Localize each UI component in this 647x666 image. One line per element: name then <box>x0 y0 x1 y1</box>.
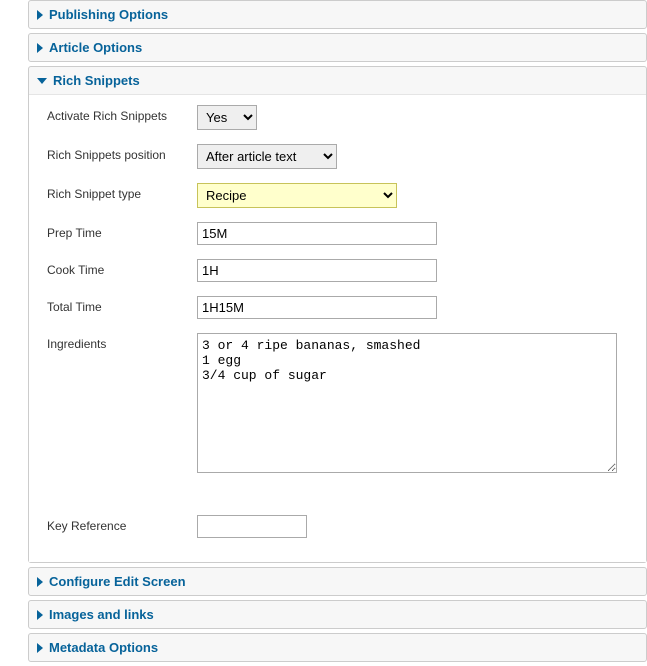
input-key-reference[interactable] <box>197 515 307 538</box>
panel-configure-edit-screen[interactable]: Configure Edit Screen <box>28 567 647 596</box>
row-prep-time: Prep Time <box>47 222 634 245</box>
panel-header-configure[interactable]: Configure Edit Screen <box>29 568 646 595</box>
panel-header-publishing[interactable]: Publishing Options <box>29 1 646 28</box>
panel-article-options[interactable]: Article Options <box>28 33 647 62</box>
input-prep-time[interactable] <box>197 222 437 245</box>
row-cook-time: Cook Time <box>47 259 634 282</box>
panel-images-and-links[interactable]: Images and links <box>28 600 647 629</box>
panel-title-images: Images and links <box>49 607 154 622</box>
panel-title-publishing: Publishing Options <box>49 7 168 22</box>
panel-title-metadata: Metadata Options <box>49 640 158 655</box>
label-type: Rich Snippet type <box>47 183 197 201</box>
label-cook-time: Cook Time <box>47 259 197 277</box>
chevron-down-icon <box>37 78 47 84</box>
row-key-reference: Key Reference <box>47 515 634 538</box>
panel-header-article[interactable]: Article Options <box>29 34 646 61</box>
chevron-right-icon <box>37 643 43 653</box>
label-total-time: Total Time <box>47 296 197 314</box>
chevron-right-icon <box>37 43 43 53</box>
label-prep-time: Prep Time <box>47 222 197 240</box>
panel-header-images[interactable]: Images and links <box>29 601 646 628</box>
select-rich-snippet-type[interactable]: Recipe <box>197 183 397 208</box>
chevron-right-icon <box>37 577 43 587</box>
label-key-reference: Key Reference <box>47 515 197 533</box>
select-rich-snippets-position[interactable]: After article text <box>197 144 337 169</box>
chevron-right-icon <box>37 610 43 620</box>
chevron-right-icon <box>37 10 43 20</box>
panel-title-configure: Configure Edit Screen <box>49 574 186 589</box>
panel-header-metadata[interactable]: Metadata Options <box>29 634 646 661</box>
row-activate: Activate Rich Snippets Yes <box>47 105 634 130</box>
select-activate-rich-snippets[interactable]: Yes <box>197 105 257 130</box>
panel-rich-snippets: Rich Snippets Activate Rich Snippets Yes… <box>28 66 647 563</box>
panel-title-rich-snippets: Rich Snippets <box>53 73 140 88</box>
row-ingredients: Ingredients 3 or 4 ripe bananas, smashed… <box>47 333 634 473</box>
input-cook-time[interactable] <box>197 259 437 282</box>
panel-title-article: Article Options <box>49 40 142 55</box>
label-position: Rich Snippets position <box>47 144 197 162</box>
panel-publishing-options[interactable]: Publishing Options <box>28 0 647 29</box>
input-total-time[interactable] <box>197 296 437 319</box>
label-ingredients: Ingredients <box>47 333 197 351</box>
panel-header-rich-snippets[interactable]: Rich Snippets <box>29 67 646 94</box>
label-activate: Activate Rich Snippets <box>47 105 197 123</box>
row-position: Rich Snippets position After article tex… <box>47 144 634 169</box>
textarea-ingredients[interactable]: 3 or 4 ripe bananas, smashed 1 egg 3/4 c… <box>197 333 617 473</box>
panel-body-rich-snippets: Activate Rich Snippets Yes Rich Snippets… <box>29 94 646 562</box>
panel-metadata-options[interactable]: Metadata Options <box>28 633 647 662</box>
row-total-time: Total Time <box>47 296 634 319</box>
row-type: Rich Snippet type Recipe <box>47 183 634 208</box>
